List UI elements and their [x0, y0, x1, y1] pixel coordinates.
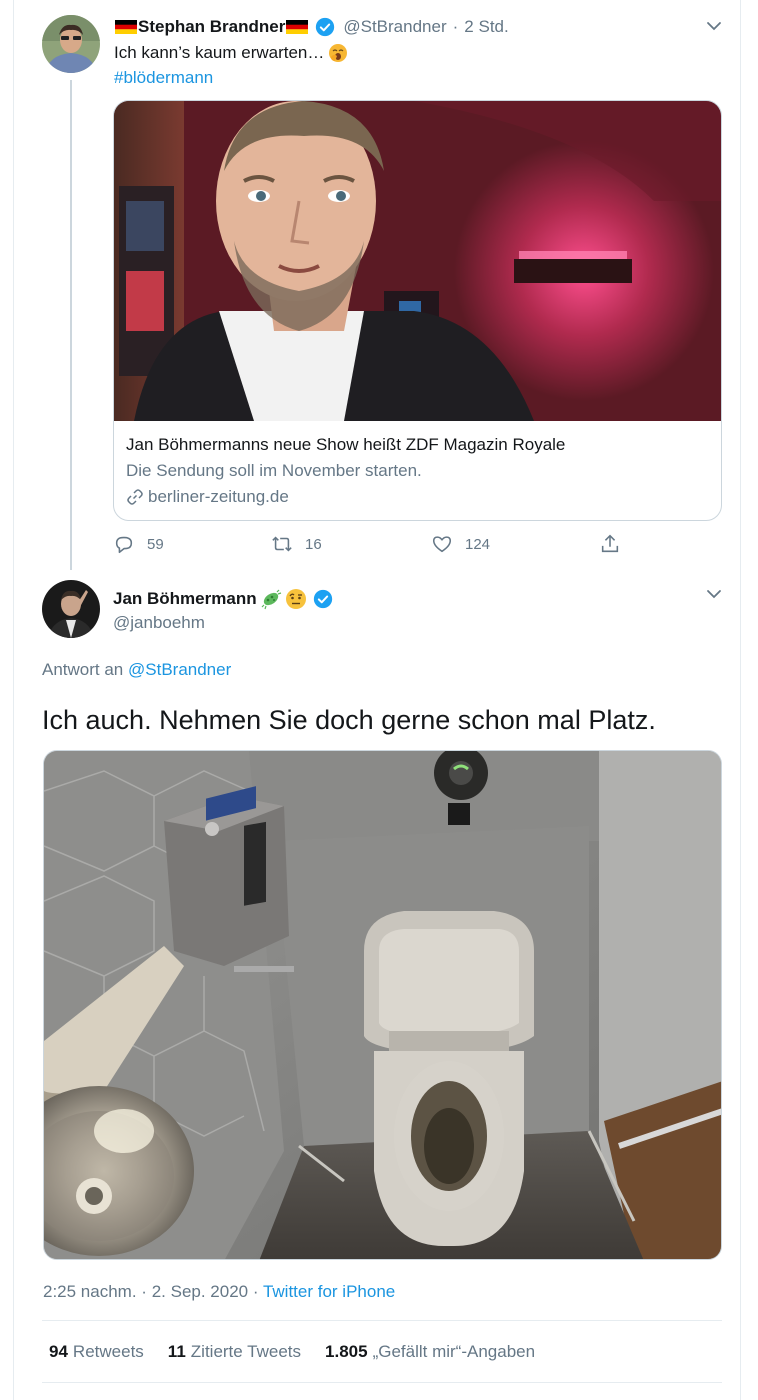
- link-card[interactable]: Jan Böhmermanns neue Show heißt ZDF Maga…: [113, 100, 722, 521]
- heart-icon: [432, 536, 452, 553]
- retweet-button[interactable]: 16: [271, 533, 322, 555]
- thread-connector-line: [70, 80, 72, 570]
- meta-separator: ·: [141, 1282, 147, 1301]
- reply-context: Antwort an @StBrandner: [42, 660, 231, 680]
- avatar[interactable]: [42, 15, 100, 73]
- frame-border-right: [740, 0, 741, 1400]
- tweet-actions: 59 16 124: [0, 533, 758, 559]
- card-domain-text: berliner-zeitung.de: [148, 487, 289, 506]
- tweet-photo[interactable]: [43, 750, 722, 1260]
- tweet-date[interactable]: 2. Sep. 2020: [152, 1282, 248, 1301]
- share-button[interactable]: [599, 533, 621, 555]
- likes-stat[interactable]: 1.805 „Gefällt mir“-Angaben: [325, 1342, 535, 1362]
- likes-label: „Gefällt mir“-Angaben: [372, 1342, 536, 1361]
- separator: ·: [452, 17, 459, 36]
- retweets-count: 94: [49, 1342, 68, 1361]
- retweet-count: 16: [305, 535, 322, 553]
- tweet-text: Ich auch. Nehmen Sie doch gerne schon ma…: [42, 705, 656, 735]
- card-image: [114, 101, 721, 421]
- tweet-header: Stephan Brandner @StBrandner · 2 Std.: [114, 17, 509, 37]
- germany-flag-icon: [286, 20, 309, 34]
- reply-icon: [115, 536, 133, 554]
- tweet-source-link[interactable]: Twitter for iPhone: [263, 1282, 395, 1301]
- reply-button[interactable]: 59: [113, 533, 164, 555]
- tweet-time[interactable]: 2 Std.: [464, 17, 508, 37]
- likes-count: 1.805: [325, 1342, 368, 1361]
- author-name[interactable]: Jan Böhmermann: [113, 589, 257, 609]
- author-name[interactable]: Stephan Brandner: [138, 17, 285, 37]
- verified-badge-icon: [313, 589, 332, 609]
- meta-separator: ·: [252, 1282, 259, 1301]
- tweet-text: Ich kann’s kaum erwarten…: [114, 43, 348, 63]
- divider: [42, 1382, 722, 1383]
- share-icon: [601, 534, 619, 553]
- verified-badge-icon: [316, 17, 335, 37]
- reply-target-link[interactable]: @StBrandner: [128, 660, 231, 679]
- tweet-time[interactable]: 2:25 nachm.: [43, 1282, 137, 1301]
- retweet-icon: [272, 536, 292, 552]
- quote-tweets-stat[interactable]: 11 Zitierte Tweets: [168, 1342, 301, 1362]
- author-name-row: Jan Böhmermann: [113, 588, 333, 610]
- raised-eyebrow-face-emoji-icon: [285, 589, 306, 609]
- tweet-stats: 94 Retweets 11 Zitierte Tweets 1.805 „Gefäl…: [49, 1342, 559, 1362]
- retweets-label: Retweets: [72, 1342, 144, 1361]
- like-button[interactable]: 124: [431, 533, 490, 555]
- yawning-face-emoji-icon: [329, 44, 348, 62]
- chevron-down-icon[interactable]: [704, 16, 724, 36]
- frame-border-left: [13, 0, 14, 1400]
- microbe-emoji-icon: [261, 589, 281, 610]
- card-domain: berliner-zeitung.de: [126, 487, 289, 507]
- author-handle[interactable]: @janboehm: [113, 613, 205, 633]
- reply-count: 59: [147, 535, 164, 553]
- card-description: Die Sendung soll im November starten.: [126, 461, 422, 480]
- germany-flag-icon: [115, 20, 137, 34]
- chevron-down-icon[interactable]: [704, 584, 724, 604]
- retweets-stat[interactable]: 94 Retweets: [49, 1342, 144, 1362]
- hashtag-link[interactable]: #blödermann: [114, 68, 213, 88]
- author-handle[interactable]: @StBrandner: [343, 17, 446, 37]
- tweet-meta: 2:25 nachm. · 2. Sep. 2020 · Twitter for…: [43, 1282, 395, 1302]
- reply-prefix: Antwort an: [42, 660, 124, 679]
- card-title: Jan Böhmermanns neue Show heißt ZDF Maga…: [126, 435, 566, 454]
- tweet-thread: Stephan Brandner @StBrandner · 2 Std. Ic…: [0, 0, 758, 1400]
- divider: [42, 1320, 722, 1321]
- quote-tweets-label: Zitierte Tweets: [190, 1342, 302, 1361]
- tweet-text-content: Ich kann’s kaum erwarten…: [114, 43, 325, 62]
- quote-tweets-count: 11: [167, 1342, 186, 1361]
- avatar[interactable]: [42, 580, 100, 638]
- link-icon: [127, 489, 143, 505]
- like-count: 124: [465, 535, 491, 553]
